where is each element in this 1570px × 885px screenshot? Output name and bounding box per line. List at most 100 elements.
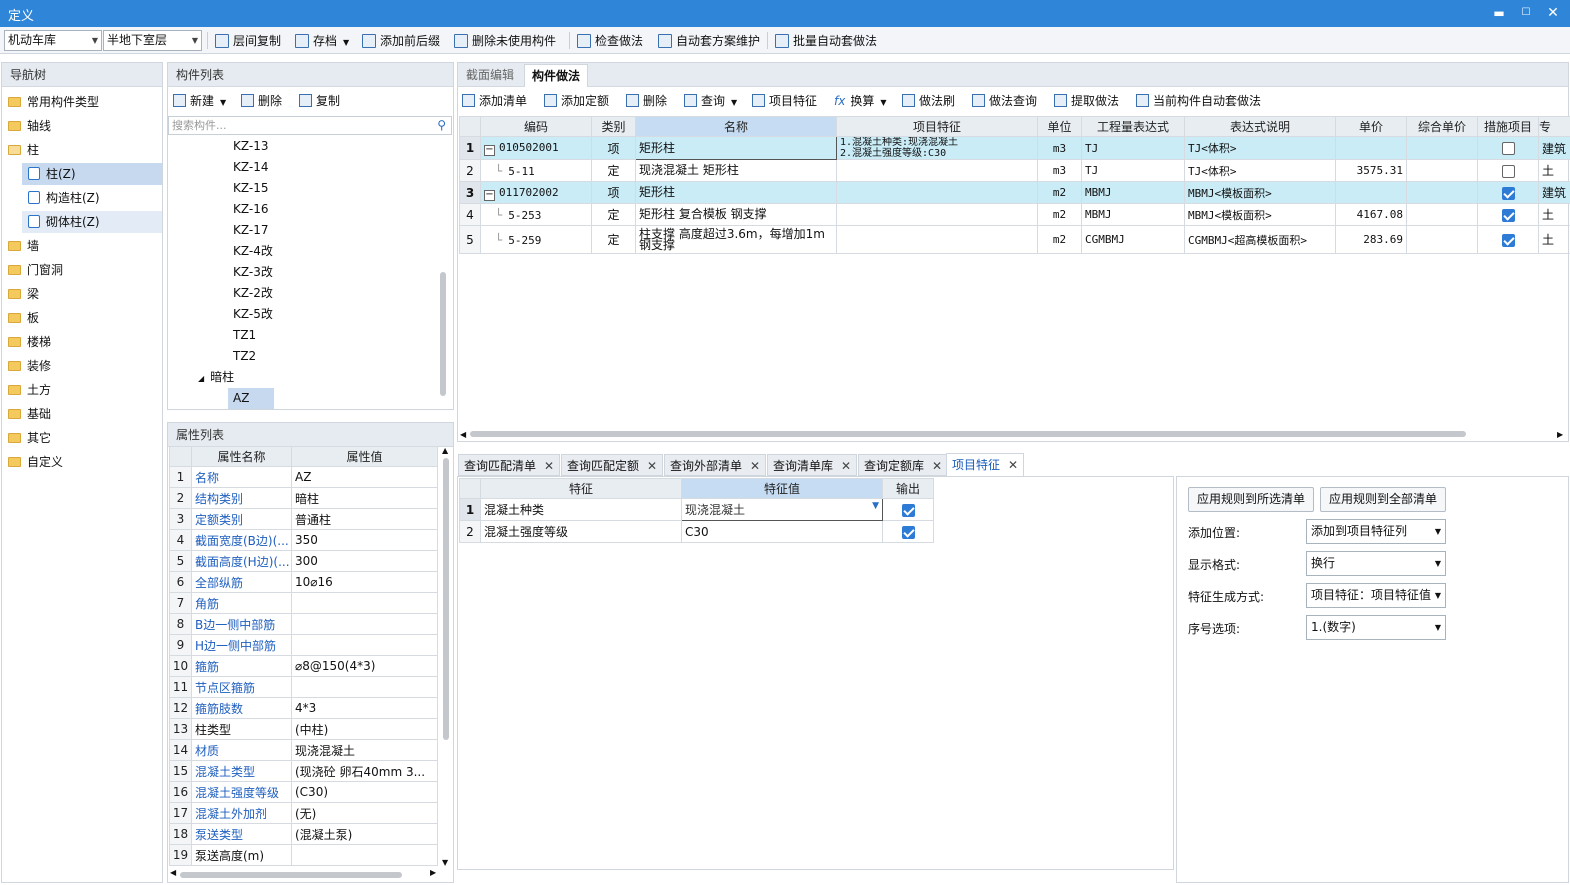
name-cell[interactable]: 矩形柱: [635, 181, 837, 204]
dropdown-arrow-icon[interactable]: ▼: [872, 501, 879, 511]
feature-cell[interactable]: [836, 159, 1038, 182]
tab-query-matching-quota[interactable]: 查询匹配定额 ✕: [561, 454, 664, 476]
floor-select[interactable]: 机动车库 ▼: [4, 30, 102, 51]
property-row[interactable]: 6 全部纵筋 10⌀16: [169, 571, 438, 593]
property-value[interactable]: [291, 613, 438, 635]
measure-cell[interactable]: [1477, 203, 1539, 226]
collapse-icon[interactable]: −: [484, 145, 495, 156]
column-header-name[interactable]: 名称: [635, 116, 837, 137]
delete-unused-button[interactable]: 删除未使用构件: [454, 31, 556, 51]
unit-cell[interactable]: m2: [1037, 181, 1082, 204]
code-cell[interactable]: └ 5-11: [480, 159, 592, 182]
close-icon[interactable]: ✕: [647, 459, 657, 473]
tab-item-feature[interactable]: 项目特征 ✕: [946, 453, 1025, 477]
unit-cell[interactable]: m3: [1037, 159, 1082, 182]
nav-item-constructional-column[interactable]: 构造柱(Z): [28, 187, 100, 209]
search-icon[interactable]: ⚲: [437, 117, 446, 134]
price-cell[interactable]: 4167.08: [1335, 203, 1407, 226]
quota-row[interactable]: 5 └ 5-259 定柱支撑 高度超过3.6m，每增加1m 钢支撑 m2 CGMBMJ CG…: [459, 225, 1570, 254]
property-row[interactable]: 1 名称 AZ: [169, 466, 438, 488]
code-cell[interactable]: └ 5-259: [480, 225, 592, 254]
expression-cell[interactable]: MBMJ: [1081, 203, 1185, 226]
property-row[interactable]: 8 B边一侧中部筋: [169, 613, 438, 635]
tab-component-method[interactable]: 构件做法: [524, 64, 589, 87]
scroll-left-icon[interactable]: ◀: [170, 868, 176, 877]
close-icon[interactable]: ✕: [1008, 458, 1018, 472]
property-value[interactable]: 暗柱: [291, 487, 438, 509]
scroll-up-icon[interactable]: ▲: [442, 446, 448, 455]
property-row[interactable]: 13 柱类型 (中柱): [169, 718, 438, 740]
measure-checkbox[interactable]: [1501, 208, 1515, 222]
property-row[interactable]: 17 混凝土外加剂 (无): [169, 802, 438, 824]
method-query-button[interactable]: 做法查询: [972, 92, 1037, 110]
property-row[interactable]: 2 结构类别 暗柱: [169, 487, 438, 509]
column-header-measure[interactable]: 措施项目: [1477, 116, 1539, 137]
property-row[interactable]: 9 H边一侧中部筋: [169, 634, 438, 656]
measure-cell[interactable]: [1477, 225, 1539, 254]
column-header-type[interactable]: 类别: [591, 116, 636, 137]
property-row[interactable]: 11 节点区箍筋: [169, 676, 438, 698]
measure-cell[interactable]: [1477, 181, 1539, 204]
property-hscrollbar[interactable]: [180, 872, 402, 878]
column-header-specialty[interactable]: 专: [1538, 116, 1570, 137]
measure-checkbox[interactable]: [1501, 142, 1515, 155]
feature-row[interactable]: 1 混凝土种类 现浇混凝土 ▼: [459, 498, 934, 521]
display-format-select[interactable]: 换行 ▼: [1306, 551, 1446, 576]
code-cell[interactable]: −011702002: [480, 181, 592, 204]
property-value[interactable]: (C30): [291, 781, 438, 803]
property-row[interactable]: 15 混凝土类型 (现浇砼 卵石40mm 3...: [169, 760, 438, 782]
feature-cell[interactable]: [836, 225, 1038, 254]
component-item[interactable]: KZ-16: [233, 199, 268, 220]
column-header-code[interactable]: 编码: [480, 116, 592, 137]
nav-item-slab[interactable]: 板: [8, 307, 39, 329]
component-item[interactable]: KZ-4改: [233, 241, 273, 262]
name-cell[interactable]: 矩形柱: [635, 136, 837, 160]
type-cell[interactable]: 定: [591, 225, 636, 254]
measure-cell[interactable]: [1477, 136, 1539, 160]
property-row[interactable]: 10 箍筋 ⌀8@150(4*3): [169, 655, 438, 677]
type-cell[interactable]: 项: [591, 136, 636, 160]
floor-copy-button[interactable]: 层间复制: [215, 31, 281, 51]
scroll-left-icon[interactable]: ◀: [460, 430, 466, 439]
code-cell[interactable]: └ 5-253: [480, 203, 592, 226]
expression-cell[interactable]: TJ: [1081, 159, 1185, 182]
component-list-scrollbar[interactable]: [440, 272, 446, 396]
list-row[interactable]: 1−010502001 项矩形柱 1.混凝土种类:现浇混凝土 2.混凝土强度等级:C3…: [459, 136, 1570, 160]
nav-item-common[interactable]: 常用构件类型: [8, 91, 99, 113]
batch-auto-button[interactable]: 批量自动套做法: [775, 31, 877, 51]
property-value[interactable]: [291, 592, 438, 614]
price-cell[interactable]: [1335, 136, 1407, 160]
measure-checkbox[interactable]: [1501, 186, 1515, 200]
feature-cell[interactable]: [836, 181, 1038, 204]
property-value[interactable]: 300: [291, 550, 438, 572]
maximize-icon[interactable]: ☐: [1517, 4, 1535, 22]
tab-query-matching-list[interactable]: 查询匹配清单 ✕: [458, 454, 561, 476]
nav-item-earthwork[interactable]: 土方: [8, 379, 51, 401]
name-cell[interactable]: 柱支撑 高度超过3.6m，每增加1m 钢支撑: [635, 225, 837, 254]
method-brush-button[interactable]: 做法刷: [902, 92, 955, 110]
tab-query-external-list[interactable]: 查询外部清单 ✕: [664, 454, 767, 476]
property-scrollbar[interactable]: [443, 458, 449, 740]
property-value[interactable]: (混凝土泵): [291, 823, 438, 845]
query-button[interactable]: 查询 ▼: [684, 92, 737, 110]
layer-select[interactable]: 半地下室层 ▼: [103, 30, 202, 51]
property-value[interactable]: ⌀8@150(4*3): [291, 655, 438, 677]
nav-item-stairs[interactable]: 楼梯: [8, 331, 51, 353]
component-item[interactable]: KZ-5改: [233, 304, 273, 325]
property-row[interactable]: 16 混凝土强度等级 (C30): [169, 781, 438, 803]
measure-cell[interactable]: [1477, 159, 1539, 182]
component-item-selected[interactable]: AZ: [228, 388, 274, 409]
property-row[interactable]: 12 箍筋肢数 4*3: [169, 697, 438, 719]
add-position-select[interactable]: 添加到项目特征列 ▼: [1306, 519, 1446, 544]
expression-cell[interactable]: MBMJ: [1081, 181, 1185, 204]
scroll-right-icon[interactable]: ▶: [1557, 430, 1563, 439]
component-item[interactable]: KZ-15: [233, 178, 268, 199]
property-value[interactable]: [291, 634, 438, 656]
scroll-down-icon[interactable]: ▼: [442, 858, 448, 867]
quota-row[interactable]: 2 └ 5-11 定现浇混凝土 矩形柱 m3 TJ TJ<体积> 3575.31 土: [459, 159, 1570, 182]
expression-cell[interactable]: CGMBMJ: [1081, 225, 1185, 254]
output-checkbox[interactable]: [901, 503, 915, 517]
add-prefix-suffix-button[interactable]: 添加前后缀: [362, 31, 440, 51]
property-value[interactable]: AZ: [291, 466, 438, 488]
code-cell[interactable]: −010502001: [480, 136, 592, 160]
